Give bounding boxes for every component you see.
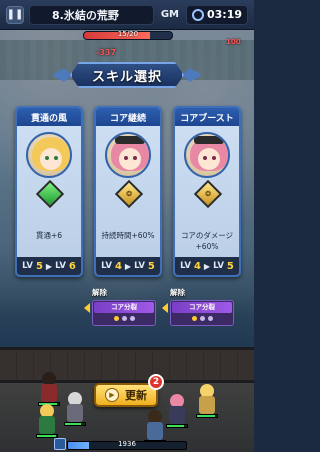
hero-portrait-avatar <box>105 132 151 178</box>
level-to: 6 <box>68 260 76 272</box>
progress-dot <box>207 316 213 321</box>
arrow-left-icon <box>84 303 90 313</box>
unlock-tag: コア分裂 <box>172 302 232 313</box>
level-label: LV <box>180 261 191 271</box>
unlock-progress-dots <box>172 316 232 321</box>
level-from: 5 <box>35 260 43 272</box>
progress-dot <box>199 316 205 321</box>
hero-unit[interactable] <box>196 384 218 418</box>
gold-gem-icon: ❂ <box>193 179 223 209</box>
timer-value: 03:19 <box>206 8 242 21</box>
unlock-label: 解除 <box>170 288 185 297</box>
progress-dot <box>129 316 135 321</box>
pause-icon: ❚❚ <box>6 9 24 20</box>
timer: 03:19 <box>185 4 248 25</box>
level-from: 4 <box>193 260 201 272</box>
wave-progress-text: 15/20 <box>117 30 139 38</box>
arrow-right-icon: ▶ <box>203 261 211 271</box>
exp-icon <box>54 438 66 450</box>
hero-unit[interactable] <box>38 372 60 406</box>
skill-card-list: 貫通の風 貫通+6 LV 5 ▶ LV 6 コア継続 ❂ 持続時間+60% LV… <box>15 106 241 277</box>
damage-number: -337 <box>96 48 117 57</box>
level-upgrade: LV 4 ▶ LV 5 <box>175 257 239 275</box>
progress-dot <box>121 316 127 321</box>
unlock-label: 解除 <box>92 288 107 297</box>
skill-select-title: スキル選択 <box>70 62 184 88</box>
level-upgrade: LV 5 ▶ LV 6 <box>17 257 81 275</box>
refresh-label: 更新 <box>125 389 147 402</box>
hero-unit[interactable] <box>166 394 188 428</box>
unlock-box: コア分裂 <box>92 300 156 326</box>
skill-card-core-duration[interactable]: コア継続 ❂ 持続時間+60% LV 4 ▶ LV 5 <box>94 106 162 277</box>
video-ad-icon: ▶ <box>105 388 119 402</box>
unlock-core-split: 解除 コア分裂 <box>162 287 234 326</box>
refresh-count-badge: 2 <box>148 374 164 390</box>
clock-icon <box>191 8 204 21</box>
skill-card-pierce-wind[interactable]: 貫通の風 貫通+6 LV 5 ▶ LV 6 <box>15 106 83 277</box>
unlock-progress-dots <box>94 316 154 321</box>
gold-gem-icon: ❂ <box>114 179 144 209</box>
enemy-hp-number: 100 <box>226 38 241 46</box>
level-label: LV <box>22 261 33 271</box>
skill-card-title: 貫通の風 <box>17 108 81 126</box>
skill-description: 貫通+6 <box>35 231 63 240</box>
arrow-right-icon: ▶ <box>45 261 53 271</box>
progress-dot <box>191 316 197 321</box>
green-gem-icon <box>35 179 65 209</box>
arrow-left-icon <box>162 303 168 313</box>
level-label: LV <box>134 261 145 271</box>
refresh-button[interactable]: ▶ 更新 <box>94 383 158 407</box>
gm-button[interactable]: GM <box>159 9 181 20</box>
unlock-core-split: 解除 コア分裂 <box>84 287 156 326</box>
unlock-box: コア分裂 <box>170 300 234 326</box>
stage-title-bar: 8.氷結の荒野 <box>29 4 154 25</box>
skill-card-core-boost[interactable]: コアブースト ❂ コアのダメージ+60% LV 4 ▶ LV 5 <box>173 106 241 277</box>
level-to: 5 <box>147 260 155 272</box>
hero-unit[interactable] <box>64 392 86 426</box>
skill-description: 持続時間+60% <box>101 231 155 240</box>
hero-portrait-avatar <box>26 132 72 178</box>
skill-card-title: コア継続 <box>96 108 160 126</box>
stage-title: 8.氷結の荒野 <box>52 8 119 22</box>
hero-portrait-avatar <box>184 132 230 178</box>
hero-unit[interactable] <box>144 410 166 444</box>
progress-dot <box>113 316 119 321</box>
arrow-right-icon: ▶ <box>124 261 132 271</box>
top-bar: ❚❚ 8.氷結の荒野 GM 03:19 <box>0 0 254 30</box>
unlock-tag: コア分裂 <box>94 302 154 313</box>
level-label: LV <box>213 261 224 271</box>
exp-value: 1936 <box>118 440 136 448</box>
level-label: LV <box>55 261 66 271</box>
pause-button[interactable]: ❚❚ <box>6 5 24 24</box>
level-label: LV <box>101 261 112 271</box>
level-to: 5 <box>226 260 234 272</box>
level-upgrade: LV 4 ▶ LV 5 <box>96 257 160 275</box>
skill-card-title: コアブースト <box>175 108 239 126</box>
skill-description: コアのダメージ+60% <box>180 231 234 251</box>
level-from: 4 <box>114 260 122 272</box>
hero-unit[interactable] <box>36 404 58 438</box>
